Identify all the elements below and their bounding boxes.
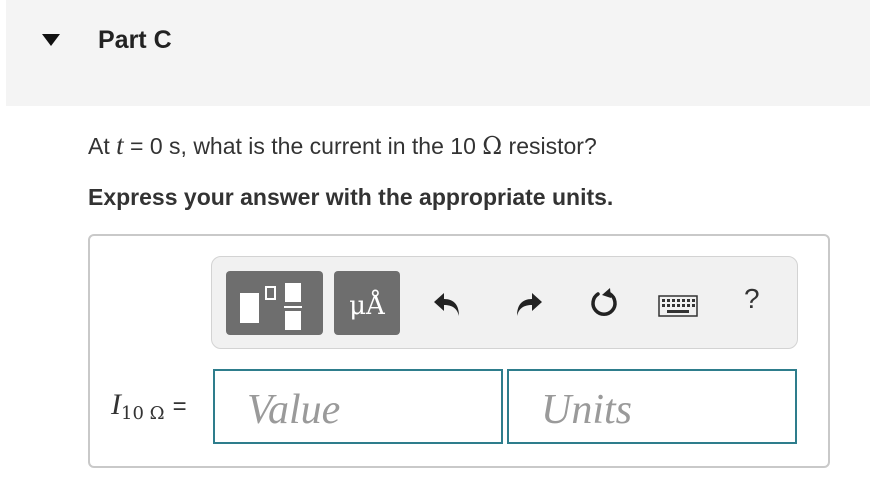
question-text: At t = 0 s, what is the current in the 1…	[88, 130, 597, 161]
question-variable: t	[116, 130, 124, 160]
units-input[interactable]	[507, 369, 797, 444]
part-title: Part C	[98, 26, 172, 54]
question-prefix: At	[88, 133, 117, 159]
redo-icon[interactable]	[512, 289, 544, 319]
templates-icon	[240, 283, 302, 330]
collapse-arrow-icon[interactable]	[42, 34, 60, 46]
keyboard-icon[interactable]	[658, 295, 698, 317]
question-unit-symbol: Ω	[482, 132, 503, 160]
instruction-text: Express your answer with the appropriate…	[88, 184, 614, 210]
reset-icon[interactable]	[588, 287, 620, 319]
undo-icon[interactable]	[432, 289, 464, 319]
templates-button[interactable]	[226, 271, 323, 335]
answer-label-variable: I	[111, 388, 121, 421]
answer-label-equals: =	[172, 393, 187, 420]
help-button[interactable]: ?	[744, 283, 760, 315]
value-input[interactable]	[213, 369, 503, 444]
question-suffix: resistor?	[502, 133, 597, 159]
answer-label-subscript: 10 Ω	[121, 403, 165, 424]
math-toolbar: μÅ ?	[211, 256, 798, 349]
units-button[interactable]: μÅ	[334, 271, 400, 335]
units-label: μÅ	[349, 291, 385, 321]
part-header[interactable]: Part C	[6, 0, 870, 106]
answer-label: I10 Ω =	[111, 388, 187, 424]
question-middle: = 0 s, what is the current in the 10	[123, 133, 483, 159]
